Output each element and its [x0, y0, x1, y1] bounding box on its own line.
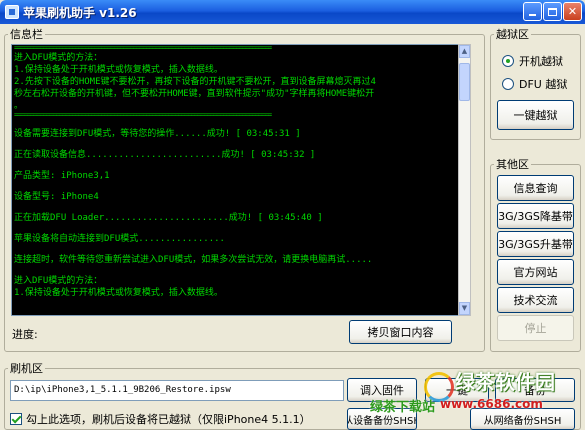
console-separator: ========================================… [14, 112, 272, 119]
console-line: 正在加载DFU Loader.......................成功!… [14, 213, 323, 223]
watermark-brand: 绿茶软件园 [455, 370, 555, 394]
radio-dfu-jailbreak[interactable]: DFU 越狱 [502, 77, 567, 91]
console-line: 1.保持设备处于开机模式或恢复模式，插入数据线。 [14, 65, 223, 75]
watermark-url: www.6686.com [440, 397, 543, 411]
close-icon: ✕ [567, 5, 578, 18]
radio-button[interactable] [502, 78, 514, 90]
app-icon [5, 5, 19, 19]
radio-label: DFU 越狱 [519, 78, 568, 91]
log-console[interactable]: ========================================… [11, 44, 470, 316]
flash-panel-title: 刷机区 [10, 362, 43, 375]
checkbox[interactable] [10, 413, 22, 425]
console-line: 秒左右松开设备的开机键，但不要松开HOME键，直到软件提示"成功"字样再将HOM… [14, 89, 375, 99]
firmware-path-field[interactable]: D:\ip\iPhone3,1_5.1.1_9B206_Restore.ipsw [10, 380, 344, 401]
official-site-button[interactable]: 官方网站 [497, 259, 574, 285]
console-line: 正在读取设备信息.........................成功! [ 0… [14, 150, 316, 160]
console-line: 设备需要连接到DFU模式，等待您的操作......成功! [ 03:45:31 … [14, 129, 301, 139]
keep-jailbreak-option[interactable]: 勾上此选项，刷机后设备将已越狱（仅限iPhone4 5.1.1） [10, 411, 311, 427]
title-bar[interactable]: 苹果刷机助手 v1.26 ✕ [0, 0, 585, 24]
other-panel-title: 其他区 [496, 158, 529, 171]
close-button[interactable]: ✕ [563, 2, 582, 21]
minimize-button[interactable] [523, 2, 542, 21]
scroll-down-icon[interactable]: ▼ [459, 302, 470, 315]
radio-boot-jailbreak[interactable]: 开机越狱 [502, 54, 563, 68]
watermark-tagline: 绿茶下载站 [370, 400, 436, 415]
baseband-upgrade-button[interactable]: 3G/3GS升基带 [497, 231, 574, 257]
console-line: 苹果设备将自动连接到DFU模式................ [14, 234, 225, 244]
one-click-jailbreak-button[interactable]: 一键越狱 [497, 100, 574, 130]
radio-label: 开机越狱 [519, 55, 563, 68]
scroll-up-icon[interactable]: ▲ [459, 45, 470, 58]
console-line: 进入DFU模式的方法： [14, 53, 103, 63]
console-line: 。 [14, 101, 24, 111]
window-title: 苹果刷机助手 v1.26 [23, 6, 137, 20]
maximize-button[interactable] [543, 2, 562, 21]
radio-button[interactable] [502, 55, 514, 67]
console-separator: ========================================… [14, 45, 272, 52]
console-scrollbar[interactable]: ▲ ▼ [458, 44, 471, 316]
checkbox-label: 勾上此选项，刷机后设备将已越狱（仅限iPhone4 5.1.1） [26, 413, 311, 426]
console-line: 1.保持设备处于开机模式或恢复模式，插入数据线。 [14, 288, 223, 298]
progress-label: 进度: [12, 328, 38, 341]
console-line: 设备型号: iPhone4 [14, 192, 99, 202]
stop-button: 停止 [497, 315, 574, 341]
copy-window-button[interactable]: 拷贝窗口内容 [349, 320, 452, 344]
tech-support-button[interactable]: 技术交流 [497, 287, 574, 313]
backup-shsh-network-button[interactable]: 从网络备份SHSH [470, 408, 575, 430]
info-panel-title: 信息栏 [10, 28, 43, 41]
console-line: 产品类型: iPhone3,1 [14, 171, 110, 181]
console-line: 进入DFU模式的方法： [14, 276, 103, 286]
scroll-thumb[interactable] [459, 63, 470, 101]
console-line: 2.先按下设备的HOME键不要松开，再按下设备的开机键不要松开，直到设备屏幕熄灭… [14, 77, 376, 87]
info-query-button[interactable]: 信息查询 [497, 175, 574, 201]
maximize-icon [548, 7, 557, 16]
baseband-downgrade-button[interactable]: 3G/3GS降基带 [497, 203, 574, 229]
jailbreak-panel-title: 越狱区 [496, 28, 529, 41]
minimize-icon [529, 13, 536, 16]
console-line: 连接超时，软件等待您重新尝试进入DFU模式，如果多次尝试无效，请更换电脑再试..… [14, 255, 373, 265]
